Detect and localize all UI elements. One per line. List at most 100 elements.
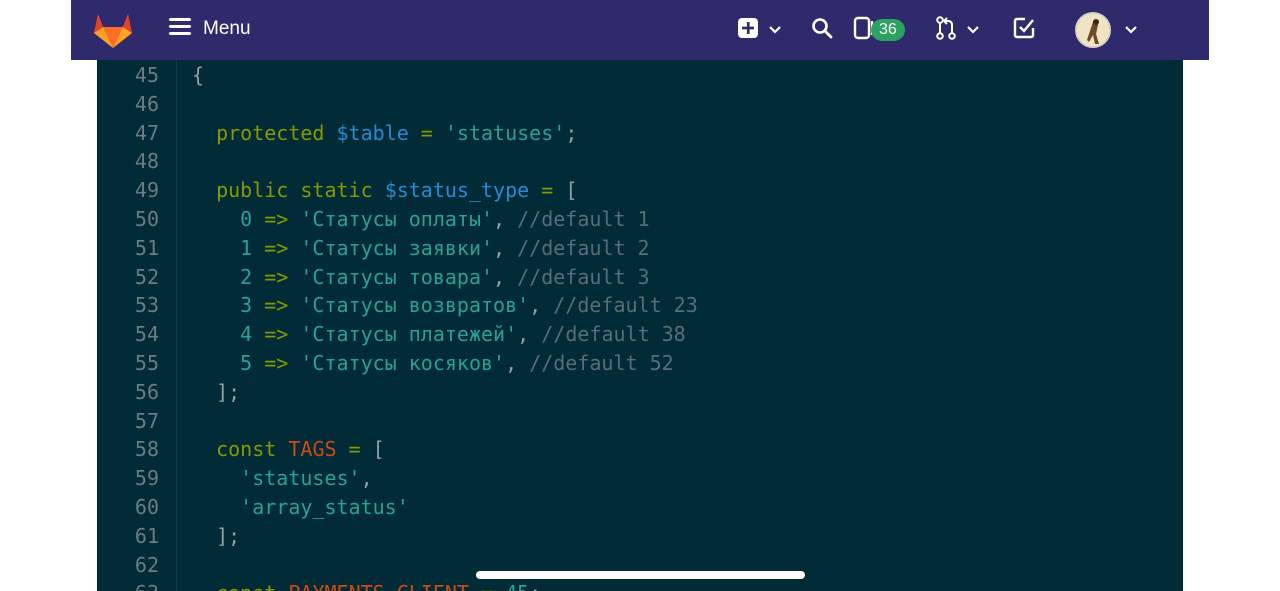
line-number[interactable]: 51 <box>97 234 159 263</box>
plus-square-icon <box>737 17 759 44</box>
code-text: 0 => 'Статусы оплаты', //default 1 <box>192 205 650 234</box>
code-token: ]; <box>216 379 241 404</box>
code-text: 5 => 'Статусы косяков', //default 52 <box>192 349 674 378</box>
code-text: 'statuses', <box>192 464 373 493</box>
code-token: 'Статусы возвратов' <box>300 293 530 318</box>
line-number[interactable]: 49 <box>97 176 159 205</box>
code-token: , <box>505 351 530 375</box>
code-text: 2 => 'Статусы товара', //default 3 <box>192 263 650 292</box>
code-text: ]; <box>192 522 240 551</box>
gitlab-logo-icon[interactable] <box>93 11 133 49</box>
nav-actions: 36 <box>737 0 1137 60</box>
code-token: 3 <box>240 293 253 318</box>
code-token: => <box>252 293 301 318</box>
code-token: 'Статусы платежей' <box>300 322 518 347</box>
code-token: 5 <box>240 351 253 375</box>
issues-count-badge: 36 <box>871 19 905 41</box>
line-number[interactable]: 48 <box>97 147 159 176</box>
code-text: ]; <box>192 378 240 407</box>
line-number[interactable]: 46 <box>97 90 159 119</box>
top-navbar: Menu 36 <box>71 0 1209 60</box>
code-token: //default 3 <box>517 264 650 289</box>
code-token: , <box>517 322 542 347</box>
code-token: = <box>469 581 505 591</box>
menu-button[interactable]: Menu <box>169 17 251 40</box>
code-token: ; <box>565 120 578 145</box>
line-number[interactable]: 52 <box>97 263 159 292</box>
todo-icon <box>1013 17 1035 44</box>
line-number[interactable]: 55 <box>97 349 159 378</box>
code-token: //default 1 <box>517 207 650 231</box>
code-token: , <box>529 293 554 318</box>
home-indicator <box>476 571 805 579</box>
code-token: 45 <box>505 581 529 591</box>
line-number[interactable]: 50 <box>97 205 159 234</box>
new-dropdown-button[interactable] <box>737 17 781 44</box>
code-token: => <box>252 235 301 260</box>
code-token: [ <box>372 437 385 462</box>
issues-button[interactable]: 36 <box>853 16 905 45</box>
line-number[interactable]: 62 <box>97 551 159 580</box>
chevron-down-icon <box>1125 21 1137 39</box>
line-number[interactable]: 45 <box>97 61 159 90</box>
code-token: //default 38 <box>541 322 686 347</box>
code-token: TAGS <box>288 437 337 462</box>
code-token: , <box>493 264 518 289</box>
code-token: const <box>216 437 277 462</box>
code-token: //default 2 <box>517 235 650 260</box>
line-number[interactable]: 63 <box>97 579 159 591</box>
line-number[interactable]: 60 <box>97 493 159 522</box>
line-number[interactable]: 54 <box>97 320 159 349</box>
code-token: => <box>252 351 301 375</box>
line-number[interactable]: 59 <box>97 464 159 493</box>
line-number[interactable]: 61 <box>97 522 159 551</box>
code-text: 4 => 'Статусы платежей', //default 38 <box>192 320 686 349</box>
code-text: { <box>192 61 204 90</box>
search-button[interactable] <box>811 17 833 44</box>
merge-request-icon <box>935 15 957 45</box>
code-token: //default 23 <box>553 293 698 318</box>
code-token: $table <box>336 120 409 145</box>
todos-button[interactable] <box>1013 17 1035 44</box>
code-token: 'statuses' <box>444 120 566 145</box>
code-token: , <box>493 235 518 260</box>
line-number[interactable]: 58 <box>97 435 159 464</box>
code-token: = <box>408 120 445 145</box>
code-token: => <box>252 264 301 289</box>
line-number[interactable]: 47 <box>97 119 159 148</box>
code-token: 'Статусы косяков' <box>300 351 506 375</box>
chevron-down-icon <box>967 21 979 39</box>
code-token: 'statuses' <box>240 466 361 491</box>
merge-requests-button[interactable] <box>935 15 979 45</box>
code-token: 1 <box>240 235 253 260</box>
code-token: => <box>252 207 301 231</box>
line-number[interactable]: 57 <box>97 407 159 436</box>
code-text: 'array_status' <box>192 493 409 522</box>
code-token: PAYMENTS_CLIENT <box>288 581 469 591</box>
code-token: = <box>336 437 373 462</box>
code-token: 'Статусы заявки' <box>300 235 494 260</box>
line-number[interactable]: 53 <box>97 291 159 320</box>
code-token: , <box>360 466 373 491</box>
line-number[interactable]: 56 <box>97 378 159 407</box>
code-token: protected <box>216 120 325 145</box>
code-viewer: 45 {46 47 protected $table = 'statuses'; 48… <box>97 60 1183 591</box>
code-token: 2 <box>240 264 253 289</box>
code-text: const TAGS = [ <box>192 435 385 464</box>
code-token: const <box>216 581 276 591</box>
user-menu-button[interactable] <box>1074 12 1137 48</box>
code-token: { <box>192 63 205 87</box>
